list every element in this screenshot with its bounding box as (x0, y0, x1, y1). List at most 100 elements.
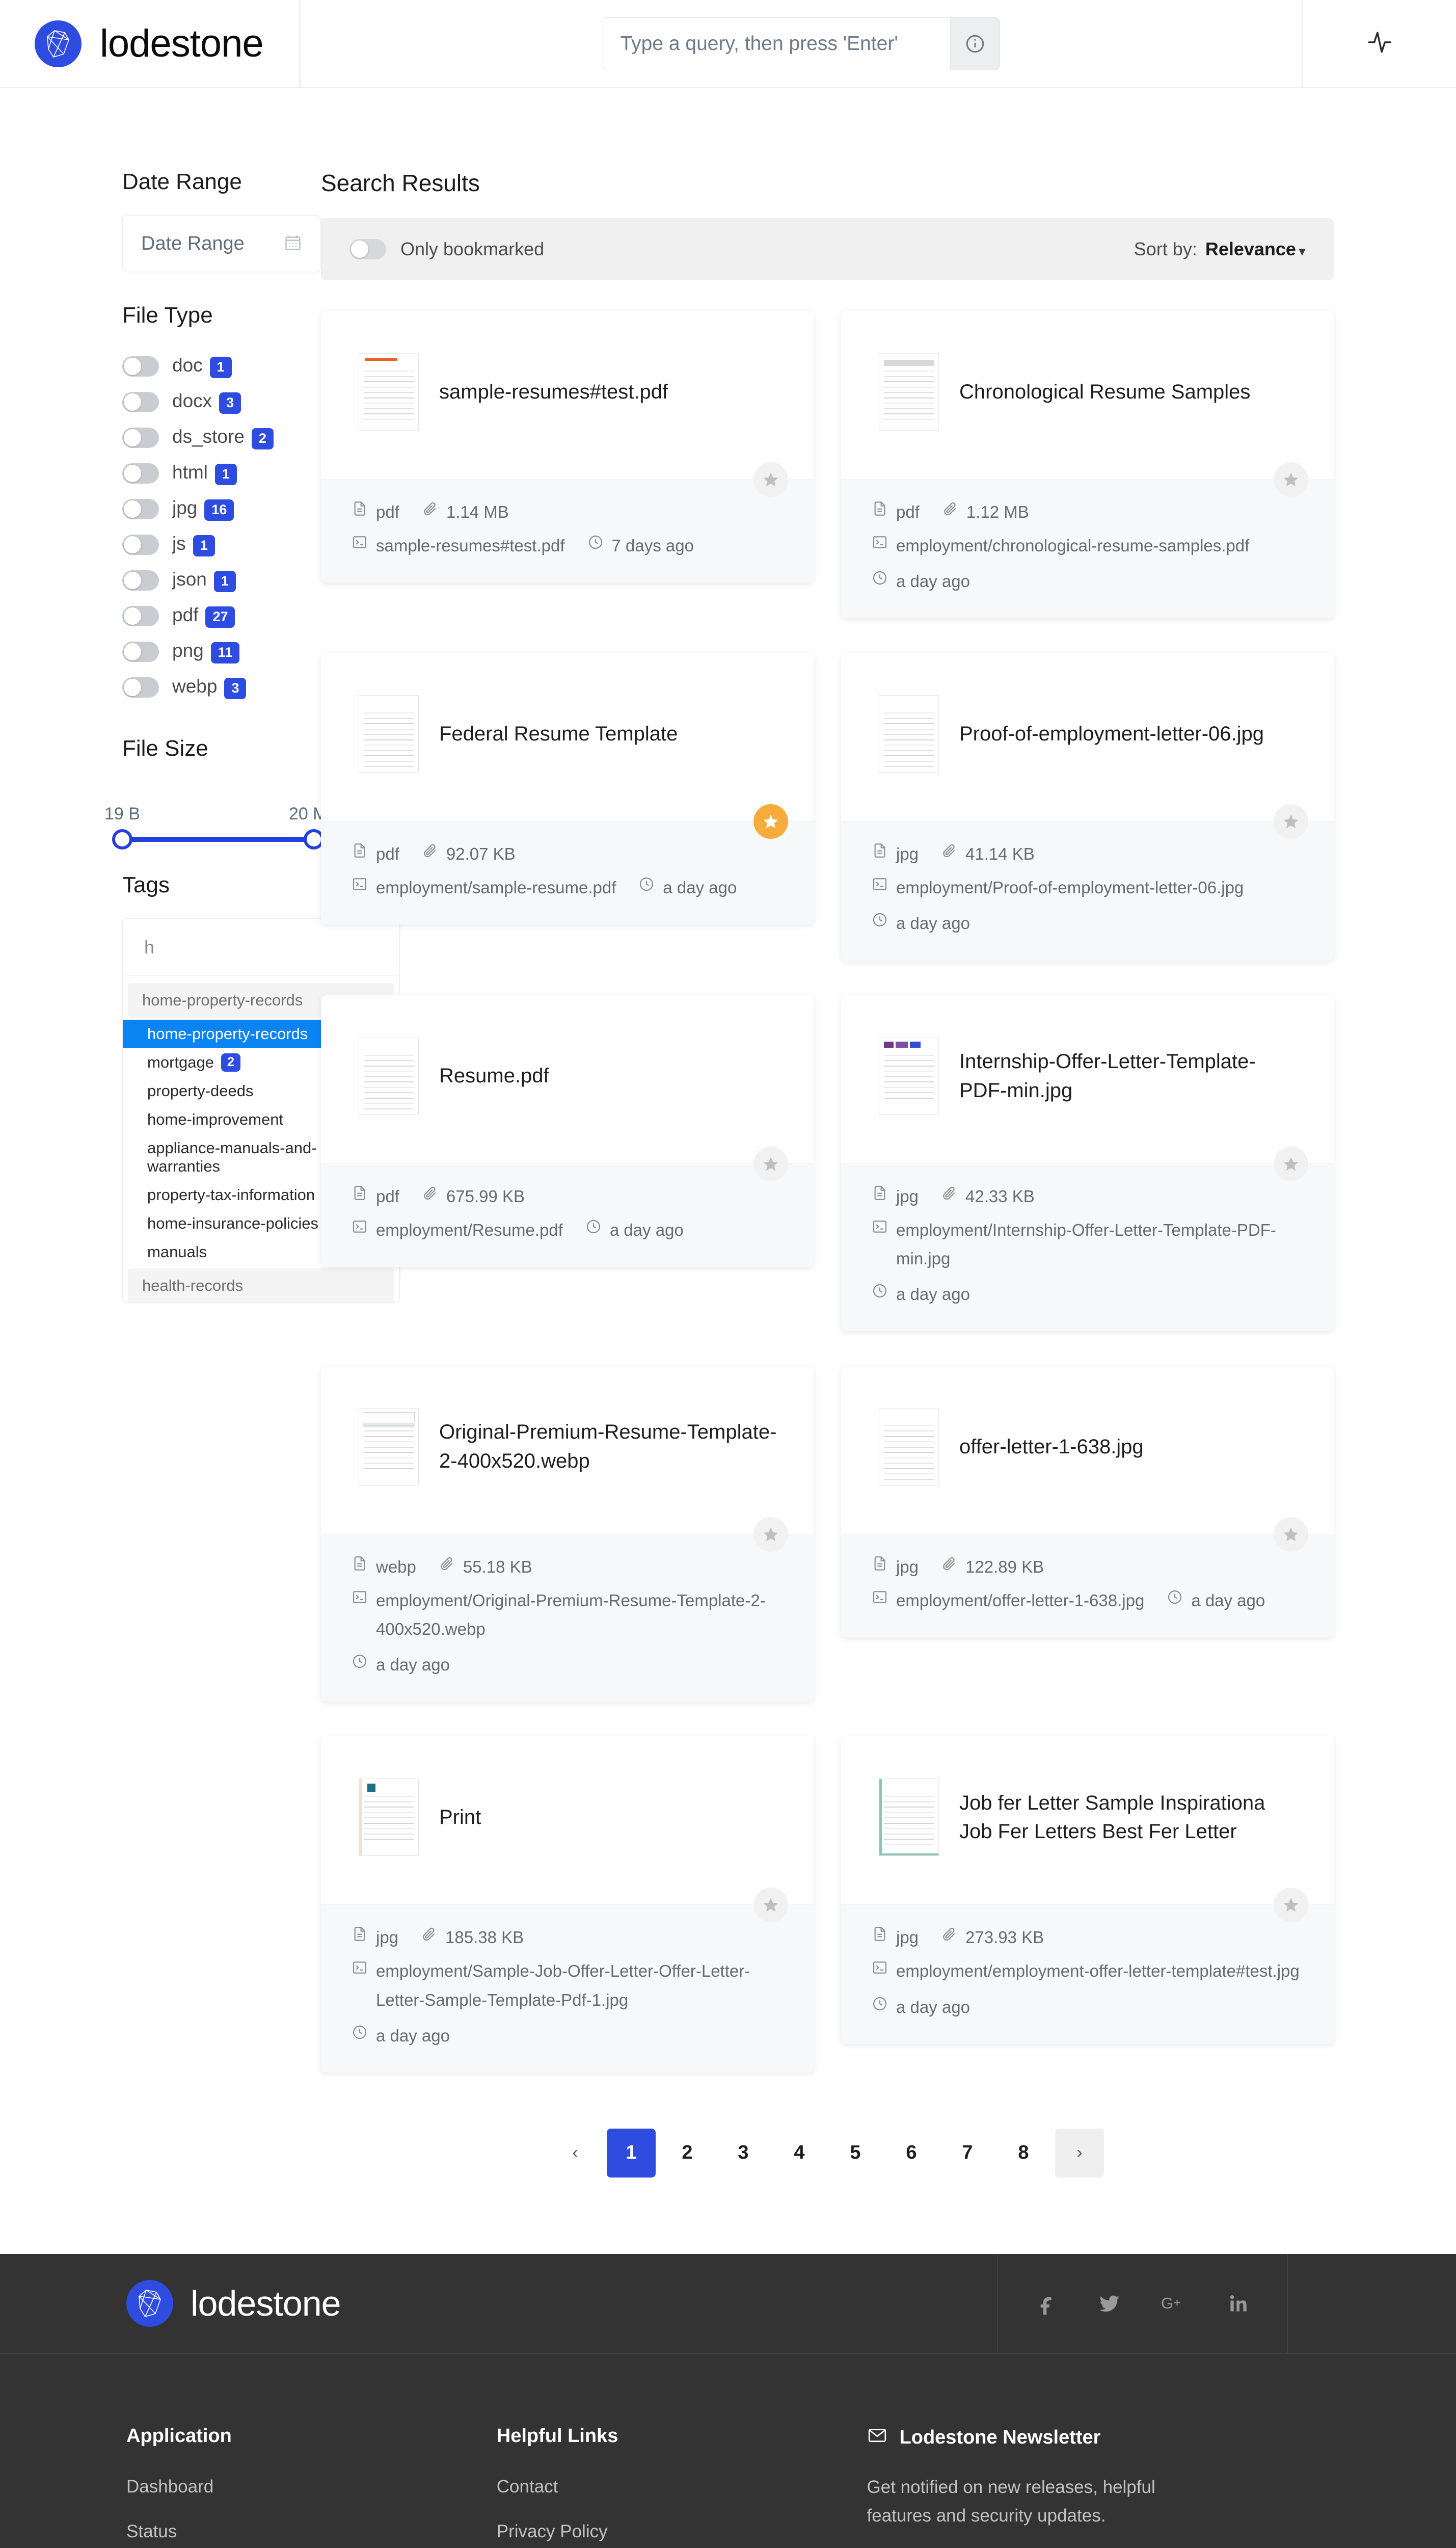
result-card[interactable]: Original-Premium-Resume-Template-2-400x5… (321, 1365, 814, 1702)
file-type-toggle-docx[interactable] (122, 392, 159, 412)
result-card[interactable]: Internship-Offer-Letter-Template-PDF-min… (841, 995, 1334, 1331)
bookmark-star-button[interactable] (1274, 1517, 1308, 1552)
facebook-icon[interactable] (1036, 2292, 1058, 2315)
file-type-text: jpg (896, 1928, 919, 1947)
file-path-meta: employment/chronological-resume-samples.… (872, 532, 1249, 560)
file-path-meta: sample-resumes#test.pdf (352, 532, 565, 560)
file-type-meta: jpg (872, 840, 919, 868)
file-path-meta: employment/Resume.pdf (352, 1216, 563, 1244)
file-type-row: doc 1 (122, 349, 321, 384)
tags-title: Tags (122, 872, 170, 897)
footer-link-contact[interactable]: Contact (497, 2477, 867, 2497)
file-type-row: ds_store 2 (122, 420, 321, 456)
sort-by-value[interactable]: Relevance ▾ (1205, 238, 1305, 260)
file-type-toggle-doc[interactable] (122, 356, 159, 377)
pagination-page-7[interactable]: 7 (943, 2129, 992, 2178)
file-type-toggle-html[interactable] (122, 463, 159, 484)
search-results-panel: Search Results Only bookmarked Sort by: … (321, 169, 1456, 2178)
slider-handle-min[interactable] (112, 829, 132, 850)
file-type-toggle-js[interactable] (122, 535, 159, 555)
file-type-toggle-webp[interactable] (122, 677, 159, 698)
pagination-page-8[interactable]: 8 (999, 2129, 1048, 2178)
footer-column-helpful-links: Helpful Links Contact Privacy Policy Ter… (497, 2425, 867, 2548)
pagination-page-3[interactable]: 3 (719, 2129, 768, 2178)
file-type-toggle-ds_store[interactable] (122, 428, 159, 448)
result-card[interactable]: Chronological Resume Samples pdf 1.12 MB em… (841, 311, 1334, 619)
file-type-text: jpg (376, 1928, 399, 1947)
file-date-text: a day ago (376, 2026, 450, 2045)
slider-fill (122, 837, 314, 842)
bookmark-star-button[interactable] (753, 1146, 788, 1181)
bookmark-star-button[interactable] (753, 1517, 788, 1552)
file-type-list: doc 1 docx 3 ds_store 2 html 1 jpg 16 js 1 json 1 pdf 2… (122, 349, 321, 705)
result-card[interactable]: Resume.pdf pdf 675.99 KB employment/Resume.… (321, 995, 814, 1267)
result-card[interactable]: Job fer Letter Sample Inspirationa Job F… (841, 1736, 1334, 2044)
date-range-title: Date Range (122, 169, 242, 194)
bookmark-star-button[interactable] (1274, 804, 1308, 839)
bookmark-star-button[interactable] (1274, 1888, 1308, 1923)
footer-link-dashboard[interactable]: Dashboard (126, 2477, 497, 2497)
footer-link-status[interactable]: Status (126, 2522, 497, 2542)
result-card[interactable]: Federal Resume Template pdf 92.07 KB employ… (321, 653, 814, 925)
activity-icon[interactable] (1367, 30, 1392, 58)
bookmark-star-button[interactable] (1274, 462, 1308, 497)
pagination-prev-button[interactable]: ‹ (551, 2129, 600, 2178)
file-path-meta: employment/Proof-of-employment-letter-06… (872, 873, 1244, 902)
bookmark-star-button[interactable] (753, 1888, 788, 1923)
document-thumbnail (359, 353, 419, 431)
file-size-meta: 1.12 MB (942, 498, 1029, 526)
result-card[interactable]: sample-resumes#test.pdf pdf 1.14 MB sample-… (321, 311, 814, 583)
result-meta-secondary: employment/chronological-resume-samples.… (872, 532, 1303, 596)
file-date-meta: a day ago (872, 1993, 970, 2022)
file-path-meta: employment/Sample-Job-Offer-Letter-Offer… (352, 1957, 783, 2014)
result-meta-secondary: employment/Proof-of-employment-letter-06… (872, 873, 1303, 938)
pagination-page-5[interactable]: 5 (831, 2129, 880, 2178)
brand-logo[interactable]: lodestone (0, 0, 301, 87)
bookmark-star-button[interactable] (753, 804, 788, 839)
svg-text:G: G (1161, 2294, 1173, 2312)
file-type-toggle-jpg[interactable] (122, 499, 159, 519)
pagination-next-button[interactable]: › (1055, 2128, 1104, 2178)
google-plus-icon[interactable]: G + (1161, 2292, 1188, 2315)
file-path-meta: employment/Internship-Offer-Letter-Templ… (872, 1216, 1303, 1273)
file-type-toggle-pdf[interactable] (122, 606, 159, 626)
bookmark-star-button[interactable] (1274, 1146, 1308, 1181)
result-meta: webp 55.18 KB (352, 1553, 783, 1581)
result-card-footer: pdf 92.07 KB employment/sample-resume.pdf a… (321, 804, 814, 925)
result-meta: pdf 1.14 MB (352, 498, 783, 526)
document-thumbnail (359, 1779, 419, 1856)
file-type-toggle-json[interactable] (122, 570, 159, 591)
pagination-page-6[interactable]: 6 (887, 2129, 936, 2178)
result-card-footer: pdf 675.99 KB employment/Resume.pdf a day a… (321, 1146, 814, 1267)
file-type-row: js 1 (122, 527, 321, 563)
result-card-body: Federal Resume Template (321, 653, 814, 821)
result-title: Internship-Offer-Letter-Template-PDF-min… (959, 1050, 1256, 1102)
search-input[interactable] (602, 17, 950, 70)
document-thumbnail (879, 695, 939, 773)
result-title: sample-resumes#test.pdf (439, 380, 668, 403)
pagination-page-1[interactable]: 1 (607, 2128, 656, 2178)
pagination-page-4[interactable]: 4 (775, 2129, 824, 2178)
search-info-button[interactable] (950, 17, 1000, 70)
only-bookmarked-toggle[interactable] (349, 239, 386, 259)
date-range-input[interactable]: Date Range (122, 215, 321, 272)
tag-option-label: home-improvement (147, 1110, 284, 1128)
result-card[interactable]: offer-letter-1-638.jpg jpg 122.89 KB employ… (841, 1365, 1334, 1638)
pagination-page-2[interactable]: 2 (663, 2129, 712, 2178)
result-card-footer: jpg 122.89 KB employment/offer-letter-1-63… (841, 1517, 1334, 1638)
result-card-footer: jpg 42.33 KB employment/Internship-Offer-L… (841, 1146, 1334, 1331)
result-card[interactable]: Print jpg 185.38 KB employment/Sample-Job-O… (321, 1736, 814, 2073)
tags-search-input[interactable]: h (123, 919, 399, 976)
result-meta-secondary: sample-resumes#test.pdf 7 days ago (352, 532, 783, 560)
footer-brand[interactable]: lodestone (0, 2254, 997, 2353)
result-card[interactable]: Proof-of-employment-letter-06.jpg jpg 41.1… (841, 653, 1334, 961)
file-date-meta: a day ago (872, 909, 970, 938)
bookmark-star-button[interactable] (753, 462, 788, 497)
file-size-meta: 273.93 KB (941, 1923, 1044, 1952)
result-card-body: Print (321, 1736, 814, 1904)
linkedin-icon[interactable] (1227, 2292, 1250, 2315)
file-date-meta: a day ago (352, 1651, 450, 1679)
footer-link-privacy-policy[interactable]: Privacy Policy (497, 2522, 867, 2542)
twitter-icon[interactable] (1098, 2292, 1121, 2315)
file-type-toggle-png[interactable] (122, 642, 159, 662)
